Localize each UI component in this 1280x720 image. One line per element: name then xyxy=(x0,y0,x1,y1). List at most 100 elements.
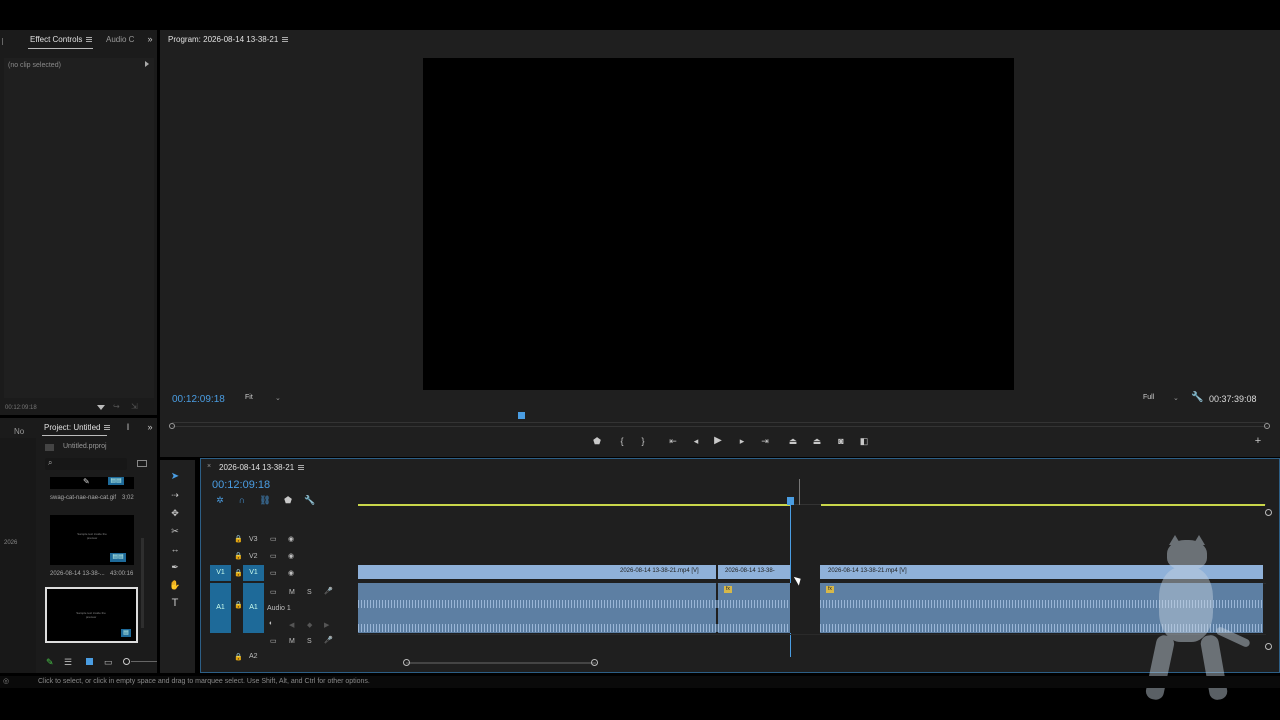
sync-icon[interactable]: ▭ xyxy=(270,569,277,577)
step-forward-icon[interactable]: ▸ xyxy=(736,435,748,447)
lock-icon[interactable]: 🔒 xyxy=(234,552,243,560)
icon-view-icon[interactable] xyxy=(86,658,93,665)
sync-icon[interactable]: ▭ xyxy=(270,588,277,596)
keyframe-prev-icon[interactable]: ◀ xyxy=(289,621,294,629)
tab-sequence[interactable]: 2026-08-14 13-38-21 xyxy=(219,463,305,472)
work-area-bar-left[interactable] xyxy=(358,504,791,506)
solo-button[interactable]: S xyxy=(307,589,312,596)
tab-effect-controls[interactable]: Effect Controls xyxy=(30,35,93,44)
track-select-tool-icon[interactable]: ⇢ xyxy=(169,489,181,501)
comparison-view-icon[interactable]: ◧ xyxy=(858,435,870,447)
solo-button[interactable]: S xyxy=(307,638,312,645)
add-button-icon[interactable]: + xyxy=(1252,435,1264,447)
timeline-timecode[interactable]: 00:12:09:18 xyxy=(212,479,270,491)
timeline-scroll-handle-left[interactable] xyxy=(403,659,410,666)
export-icon[interactable]: ↪ xyxy=(113,402,120,411)
play-icon[interactable]: ▶ xyxy=(712,435,724,447)
expand-panels-icon[interactable]: » xyxy=(144,421,156,433)
razor-tool-icon[interactable]: ✂ xyxy=(169,525,181,537)
expand-panels-icon[interactable]: » xyxy=(144,33,156,45)
track-label-v1[interactable]: V1 xyxy=(243,565,264,581)
menu-icon[interactable] xyxy=(282,37,289,43)
menu-icon[interactable] xyxy=(104,425,111,431)
sync-icon[interactable]: ▭ xyxy=(270,552,277,560)
mute-button[interactable]: M xyxy=(289,589,295,596)
monitor-scroll-bar[interactable] xyxy=(172,426,1268,427)
menu-icon[interactable] xyxy=(298,465,305,471)
sync-icon[interactable]: ▭ xyxy=(270,637,277,645)
add-marker-icon[interactable]: ⬟ xyxy=(591,435,603,447)
linked-selection-icon[interactable]: ⛓ xyxy=(259,494,271,506)
zoom-slider-track[interactable] xyxy=(131,661,157,662)
type-tool-icon[interactable]: T xyxy=(169,597,181,609)
eye-icon[interactable]: ◉ xyxy=(288,569,294,577)
source-patch-v1[interactable]: V1 xyxy=(210,565,231,581)
export-2-icon[interactable]: ⇲ xyxy=(131,402,138,411)
freeform-view-icon[interactable]: ▭ xyxy=(104,657,113,668)
ripple-edit-tool-icon[interactable]: ✥ xyxy=(169,507,181,519)
lock-icon[interactable]: 🔒 xyxy=(234,569,243,577)
project-item-gif-name[interactable]: swag-cat-nae-nae-cat.gif xyxy=(50,495,116,501)
scroll-handle-right[interactable] xyxy=(1264,423,1270,429)
keyframe-add-icon[interactable]: ◆ xyxy=(307,621,312,629)
extract-icon[interactable]: ⏏ xyxy=(811,435,823,447)
video-clip[interactable]: 2026-08-14 13-38-21.mp4 [V] xyxy=(358,565,716,579)
go-to-in-icon[interactable]: ⇤ xyxy=(667,435,679,447)
timeline-scroll-handle-right[interactable] xyxy=(591,659,598,666)
sync-icon[interactable]: ▭ xyxy=(270,535,277,543)
export-frame-icon[interactable]: ◙ xyxy=(835,435,847,447)
project-item-gif-thumbnail[interactable]: ✎ ▤▤ xyxy=(50,477,134,489)
lock-icon[interactable]: 🔒 xyxy=(234,535,243,543)
tab-no[interactable]: No xyxy=(14,427,24,436)
timeline-playhead-handle[interactable] xyxy=(787,497,794,505)
nest-icon[interactable]: ✲ xyxy=(214,494,226,506)
video-clip[interactable]: 2026-08-14 13-38- xyxy=(718,565,790,579)
lock-icon[interactable]: 🔒 xyxy=(234,601,243,609)
pencil-icon[interactable]: ✎ xyxy=(46,657,54,668)
volume-knob-icon[interactable]: ◐ xyxy=(269,620,273,627)
microphone-icon[interactable]: 🎤 xyxy=(324,587,333,595)
wrench-icon[interactable]: 🔧 xyxy=(1191,392,1203,403)
microphone-icon[interactable]: 🎤 xyxy=(324,636,333,644)
pen-tool-icon[interactable]: ✒ xyxy=(169,561,181,573)
lock-icon[interactable]: 🔒 xyxy=(234,653,243,661)
vertical-scroll-handle-top[interactable] xyxy=(1265,509,1272,516)
step-back-icon[interactable]: ◂ xyxy=(690,435,702,447)
keyframe-next-icon[interactable]: ▶ xyxy=(324,621,329,629)
monitor-time-ruler[interactable] xyxy=(172,415,1268,423)
monitor-playhead[interactable] xyxy=(518,412,525,419)
zoom-fit-select[interactable]: Fit ⌄ xyxy=(245,394,283,405)
play-triangle-icon[interactable] xyxy=(145,61,149,67)
vertical-scroll-handle-bottom[interactable] xyxy=(1265,643,1272,650)
mark-out-icon[interactable]: } xyxy=(637,435,649,447)
filter-icon[interactable] xyxy=(97,405,105,410)
new-bin-icon[interactable] xyxy=(137,460,147,467)
timeline-scroll-track[interactable] xyxy=(406,662,596,664)
track-label-a1[interactable]: A1 xyxy=(243,583,264,633)
project-item-sequence-thumbnail[interactable]: Sample text inside the preview ▤ xyxy=(45,587,138,643)
mark-in-icon[interactable]: { xyxy=(616,435,628,447)
eye-icon[interactable]: ◉ xyxy=(288,552,294,560)
eye-icon[interactable]: ◉ xyxy=(288,535,294,543)
search-input[interactable]: ⌕ xyxy=(45,458,127,470)
scroll-handle-left[interactable] xyxy=(169,423,175,429)
snap-icon[interactable]: ∩ xyxy=(236,494,248,506)
tab-project[interactable]: Project: Untitled xyxy=(44,423,111,432)
tab-overflow-icon[interactable]: I xyxy=(122,421,134,433)
slip-tool-icon[interactable]: ↔ xyxy=(169,543,181,555)
tab-audio-clip-mixer[interactable]: Audio C xyxy=(106,35,134,44)
lift-icon[interactable]: ⏏ xyxy=(787,435,799,447)
source-patch-a1[interactable]: A1 xyxy=(210,583,231,633)
go-to-out-icon[interactable]: ⇥ xyxy=(759,435,771,447)
selection-tool-icon[interactable]: ➤ xyxy=(169,471,181,483)
program-playhead-timecode[interactable]: 00:12:09:18 xyxy=(172,394,225,405)
project-item-video-name[interactable]: 2026-08-14 13-38-... xyxy=(50,571,105,577)
work-area-bar-right[interactable] xyxy=(821,504,1265,506)
add-marker-icon[interactable]: ⬟ xyxy=(282,494,294,506)
hand-tool-icon[interactable]: ✋ xyxy=(169,579,181,591)
project-item-video-thumbnail[interactable]: Sample text inside the preview ▤▤ xyxy=(50,515,134,565)
close-icon[interactable]: × xyxy=(207,463,211,470)
scroll-bar[interactable] xyxy=(141,538,144,628)
quality-select[interactable]: Full ⌄ xyxy=(1143,394,1181,405)
list-view-icon[interactable]: ☰ xyxy=(64,657,72,668)
